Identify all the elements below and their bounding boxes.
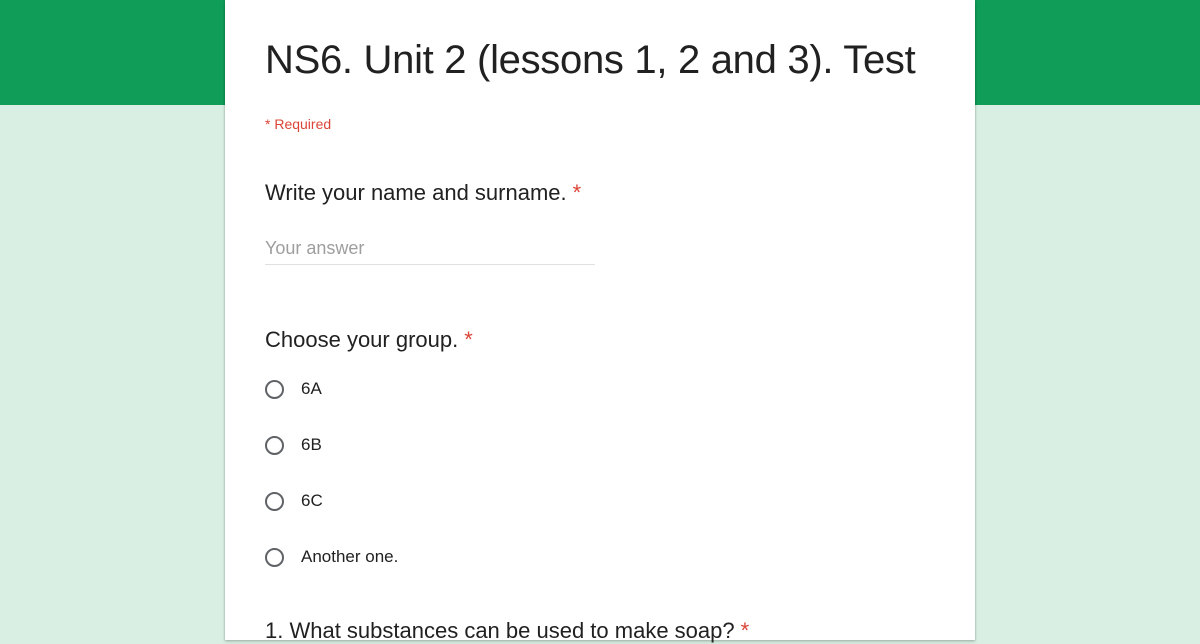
radio-option-label: 6C: [301, 491, 323, 510]
radio-option-6b[interactable]: 6B: [265, 431, 322, 459]
radio-option-6c[interactable]: 6C: [265, 487, 323, 515]
radio-circle-icon[interactable]: [265, 547, 284, 567]
question-1-label: 1. What substances can be used to make s…: [265, 618, 749, 644]
radio-option-another[interactable]: Another one.: [265, 543, 398, 571]
form-card: NS6. Unit 2 (lessons 1, 2 and 3). Test *…: [225, 0, 975, 643]
form-title: NS6. Unit 2 (lessons 1, 2 and 3). Test: [265, 38, 916, 82]
required-note: * Required: [265, 116, 332, 132]
radio-option-label: 6A: [301, 379, 322, 398]
radio-circle-icon[interactable]: [265, 491, 284, 511]
question-text: Write your name and surname.: [265, 180, 567, 205]
required-asterisk: *: [464, 327, 473, 352]
radio-option-label: Another one.: [301, 547, 399, 566]
required-asterisk: *: [740, 618, 750, 643]
name-answer-input[interactable]: [265, 232, 595, 265]
question-name-label: Write your name and surname. *: [265, 180, 581, 206]
radio-circle-icon[interactable]: [265, 379, 284, 399]
question-text: Choose your group.: [265, 327, 459, 352]
question-text: 1. What substances can be used to make s…: [265, 618, 735, 643]
question-group-label: Choose your group. *: [265, 327, 473, 353]
radio-option-label: 6B: [301, 435, 322, 454]
radio-circle-icon[interactable]: [265, 435, 284, 455]
required-asterisk: *: [572, 180, 582, 205]
radio-option-6a[interactable]: 6A: [265, 375, 322, 403]
